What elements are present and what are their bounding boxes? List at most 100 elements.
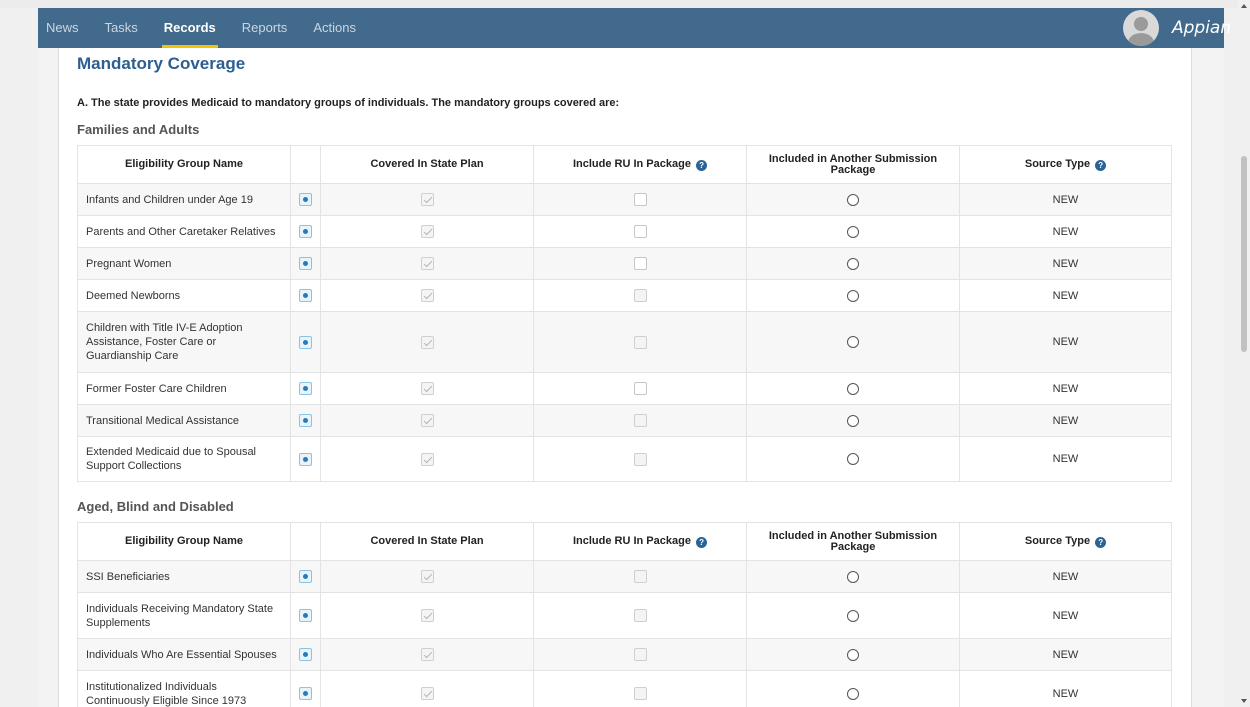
include-ru-checkbox xyxy=(633,648,647,661)
info-icon[interactable] xyxy=(299,609,312,622)
included-other-radio[interactable] xyxy=(847,648,859,661)
help-icon[interactable]: ? xyxy=(1095,159,1107,171)
include-ru-checkbox xyxy=(633,452,647,466)
info-icon[interactable] xyxy=(299,687,312,700)
table-row: Children with Title IV-E Adoption Assist… xyxy=(77,311,1172,373)
covered-checkbox xyxy=(420,193,434,206)
scrollbar-thumb[interactable] xyxy=(1241,156,1247,352)
scroll-down-arrow-icon[interactable] xyxy=(1241,699,1247,703)
included-other-radio[interactable] xyxy=(847,570,859,583)
include-ru-checkbox xyxy=(633,609,647,622)
include-ru-cell xyxy=(533,404,747,437)
column-header-covered: Covered In State Plan xyxy=(320,522,534,561)
covered-cell xyxy=(320,404,534,437)
include-ru-cell xyxy=(533,183,747,216)
include-ru-cell xyxy=(533,247,747,280)
included-other-radio[interactable] xyxy=(847,382,859,395)
covered-cell xyxy=(320,279,534,312)
table-row: Individuals Who Are Essential Spouses NE… xyxy=(77,638,1172,671)
covered-checkbox xyxy=(420,335,434,349)
info-icon[interactable] xyxy=(299,452,312,466)
include-ru-checkbox[interactable] xyxy=(633,382,647,395)
info-cell xyxy=(290,436,321,482)
covered-checkbox xyxy=(420,225,434,238)
column-header-included-other: Included in Another Submission Package xyxy=(746,145,960,184)
nav-tab-tasks[interactable]: Tasks xyxy=(105,8,138,48)
source-type: NEW xyxy=(959,592,1172,639)
top-navigation-bar: News Tasks Records Reports Actions Appia… xyxy=(38,8,1231,48)
info-icon[interactable] xyxy=(299,648,312,661)
nav-tab-news[interactable]: News xyxy=(46,8,79,48)
info-icon[interactable] xyxy=(299,335,312,349)
info-icon[interactable] xyxy=(299,570,312,583)
covered-cell xyxy=(320,215,534,248)
families-table: Eligibility Group Name Covered In State … xyxy=(77,145,1172,482)
brand-logo[interactable]: Appian xyxy=(1172,8,1231,48)
eligibility-group-name: Individuals Receiving Mandatory State Su… xyxy=(77,592,291,639)
help-icon[interactable]: ? xyxy=(1095,536,1107,548)
nav-tab-actions[interactable]: Actions xyxy=(313,8,356,48)
nav-tab-records[interactable]: Records xyxy=(161,8,218,48)
include-ru-cell xyxy=(533,279,747,312)
eligibility-group-name: Pregnant Women xyxy=(77,247,291,280)
column-header-name: Eligibility Group Name xyxy=(77,522,291,561)
column-header-included-other: Included in Another Submission Package xyxy=(746,522,960,561)
info-cell xyxy=(290,183,321,216)
eligibility-group-name: Extended Medicaid due to Spousal Support… xyxy=(77,436,291,482)
include-ru-cell xyxy=(533,560,747,593)
include-ru-cell xyxy=(533,670,747,707)
info-cell xyxy=(290,372,321,405)
source-type: NEW xyxy=(959,183,1172,216)
included-other-radio[interactable] xyxy=(847,336,859,349)
included-other-radio[interactable] xyxy=(847,193,859,206)
included-other-radio[interactable] xyxy=(847,225,859,238)
include-ru-checkbox xyxy=(633,687,647,700)
user-avatar[interactable] xyxy=(1123,10,1159,46)
include-ru-checkbox[interactable] xyxy=(633,257,647,270)
avatar-body-shape xyxy=(1128,33,1154,46)
table-row: Former Foster Care Children NEW xyxy=(77,372,1172,405)
covered-cell xyxy=(320,372,534,405)
section-heading-families: Families and Adults xyxy=(77,122,200,137)
eligibility-group-name: Parents and Other Caretaker Relatives xyxy=(77,215,291,248)
covered-cell xyxy=(320,311,534,373)
included-other-radio[interactable] xyxy=(847,687,859,700)
included-other-radio[interactable] xyxy=(847,609,859,622)
table-row: Institutionalized Individuals Continuous… xyxy=(77,670,1172,707)
source-type: NEW xyxy=(959,404,1172,437)
page-scrollbar[interactable] xyxy=(1238,0,1250,707)
info-icon[interactable] xyxy=(299,193,312,206)
nav-tab-reports[interactable]: Reports xyxy=(242,8,288,48)
covered-checkbox xyxy=(420,257,434,270)
eligibility-group-name: Deemed Newborns xyxy=(77,279,291,312)
included-other-cell xyxy=(746,670,960,707)
covered-cell xyxy=(320,183,534,216)
info-icon[interactable] xyxy=(299,257,312,270)
included-other-cell xyxy=(746,247,960,280)
column-header-include-ru: Include RU In Package ? xyxy=(533,145,747,184)
info-icon[interactable] xyxy=(299,225,312,238)
covered-cell xyxy=(320,670,534,707)
source-type: NEW xyxy=(959,638,1172,671)
info-icon[interactable] xyxy=(299,414,312,427)
help-icon[interactable]: ? xyxy=(696,536,708,548)
scroll-up-arrow-icon[interactable] xyxy=(1241,4,1247,8)
included-other-radio[interactable] xyxy=(847,414,859,427)
included-other-radio[interactable] xyxy=(847,453,859,466)
help-icon[interactable]: ? xyxy=(696,159,708,171)
browser-top-strip xyxy=(0,0,1250,8)
table-row: Pregnant Women NEW xyxy=(77,247,1172,280)
included-other-radio[interactable] xyxy=(847,257,859,270)
included-other-cell xyxy=(746,592,960,639)
eligibility-group-name: Children with Title IV-E Adoption Assist… xyxy=(77,311,291,373)
include-ru-cell xyxy=(533,215,747,248)
info-icon[interactable] xyxy=(299,382,312,395)
avatar-head-shape xyxy=(1134,17,1148,31)
included-other-radio[interactable] xyxy=(847,289,859,302)
include-ru-checkbox[interactable] xyxy=(633,193,647,206)
section-heading-aged-blind-disabled: Aged, Blind and Disabled xyxy=(77,499,234,514)
source-type: NEW xyxy=(959,560,1172,593)
info-cell xyxy=(290,638,321,671)
include-ru-checkbox[interactable] xyxy=(633,225,647,238)
info-icon[interactable] xyxy=(299,289,312,302)
